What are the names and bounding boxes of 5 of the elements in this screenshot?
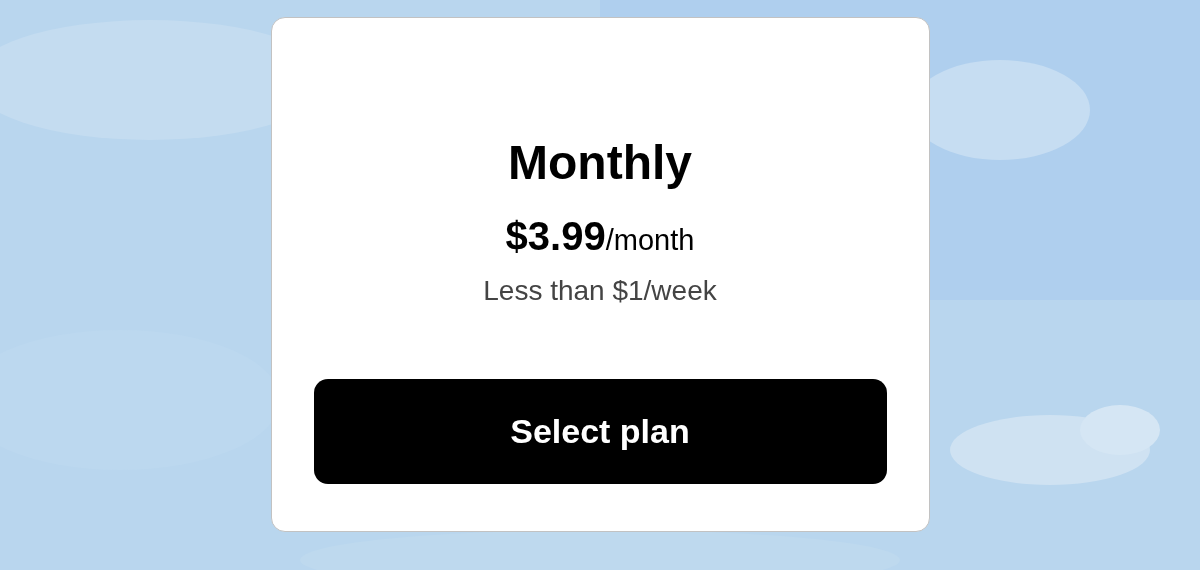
- select-plan-button[interactable]: Select plan: [313, 379, 887, 484]
- price-note: Less than $1/week: [483, 274, 717, 308]
- plan-title: Monthly: [508, 135, 692, 191]
- price-amount: $3.99: [505, 213, 606, 259]
- price-period: /month: [605, 224, 695, 258]
